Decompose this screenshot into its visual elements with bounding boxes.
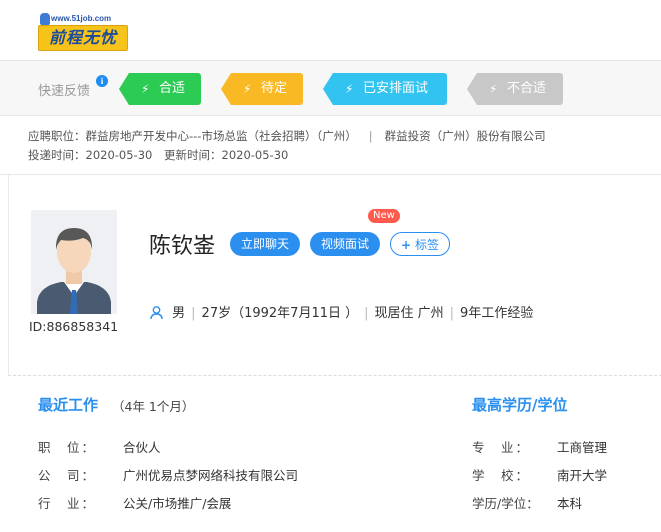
header: www.51job.com 前程无忧 [0,0,661,61]
info-icon[interactable]: i [96,75,108,87]
edu-school-key: 学 校： [472,468,531,483]
age: 27岁（1992年7月11日 ） [201,306,359,321]
edu-degree-key: 学历/学位： [472,496,539,511]
quick-feedback-bar: 快速反馈 i ⚡ 合适 ⚡ 待定 ⚡ 已安排面试 ⚡ 不合适 [0,61,661,116]
work-position-key: 职 位： [38,440,97,455]
work-industry-key: 行 业： [38,496,97,511]
applied-position-line: 应聘职位：群益房地产开发中心---市场总监（社会招聘）（广州） | 群益投资（广州）… [28,128,546,144]
divider: | [449,306,455,321]
bolt-icon: ⚡ [243,82,252,96]
video-interview-button[interactable]: 视频面试 [310,232,380,256]
new-badge: New [368,209,400,223]
feedback-pending-label: 待定 [261,81,288,96]
cursor-hand-icon [40,13,50,25]
update-date: 2020-05-30 [221,148,289,162]
add-tag-button[interactable]: + 标签 [390,232,450,256]
feedback-unsuitable-button[interactable]: ⚡ 不合适 [467,73,563,105]
edu-major-key: 专 业： [472,440,531,455]
edu-school-value: 南开大学 [557,468,608,483]
chat-now-button[interactable]: 立即聊天 [230,232,300,256]
position-label: 应聘职位： [28,129,86,143]
update-label: 更新时间： [164,148,222,162]
avatar [31,210,117,314]
recent-work-title: 最近工作 [38,396,99,414]
edu-major-row: 专 业： 工商管理 [472,437,607,456]
work-position-row: 职 位： 合伙人 [38,437,161,456]
feedback-suitable-label: 合适 [159,81,186,96]
logo-text: 前程无忧 [38,25,128,51]
candidate-facts: 男 | 27岁（1992年7月11日 ） | 现居住 广州 | 9年工作经验 [149,302,533,324]
candidate-name: 陈钦崟 [149,234,216,259]
bolt-icon: ⚡ [489,82,498,96]
work-company-row: 公 司： 广州优易点梦网络科技有限公司 [38,465,298,484]
dates-line: 投递时间：2020-05-30 更新时间：2020-05-30 [28,147,288,163]
application-info: 应聘职位：群益房地产开发中心---市场总监（社会招聘）（广州） | 群益投资（广州）… [0,116,661,175]
feedback-interview-scheduled-button[interactable]: ⚡ 已安排面试 [323,73,447,105]
logo-url: www.51job.com [51,14,112,23]
applied-position[interactable]: 群益房地产开发中心---市场总监（社会招聘）（广州） [86,129,357,143]
tag-label: 标签 [414,238,439,252]
resume-page: www.51job.com 前程无忧 快速反馈 i ⚡ 合适 ⚡ 待定 ⚡ 已安… [0,0,661,532]
edu-major-value: 工商管理 [557,440,608,455]
bolt-icon: ⚡ [141,82,150,96]
work-company-key: 公 司： [38,468,97,483]
person-icon [149,305,164,324]
delivery-label: 投递时间： [28,148,86,162]
feedback-suitable-button[interactable]: ⚡ 合适 [119,73,201,105]
feedback-unsuitable-label: 不合适 [507,81,547,96]
feedback-pending-button[interactable]: ⚡ 待定 [221,73,303,105]
work-industry-row: 行 业： 公关/市场推广/会展 [38,493,231,512]
gender: 男 [172,306,186,321]
work-duration: （4年 1个月） [112,399,195,414]
plus-icon: + [401,238,412,252]
feedback-interview-label: 已安排面试 [363,81,429,96]
edu-degree-row: 学历/学位： 本科 [472,493,582,512]
separator: | [368,129,373,143]
edu-degree-value: 本科 [557,496,583,511]
work-industry-value: 公关/市场推广/会展 [123,496,232,511]
bolt-icon: ⚡ [345,82,354,96]
divider: | [364,306,369,321]
logo[interactable]: www.51job.com 前程无忧 [38,13,128,51]
quick-feedback-label: 快速反馈 [38,84,91,99]
work-company-value: 广州优易点梦网络科技有限公司 [123,468,299,483]
divider: | [191,306,196,321]
work-position-value: 合伙人 [123,440,161,455]
company-name[interactable]: 群益投资（广州）股份有限公司 [385,129,546,143]
edu-school-row: 学 校： 南开大学 [472,465,607,484]
delivery-date: 2020-05-30 [85,148,153,162]
profile-section: ID:886858341 陈钦崟 立即聊天 视频面试 New + 标签 男 | 27… [8,175,661,376]
work-experience: 9年工作经验 [460,306,534,321]
residence: 现居住 广州 [374,306,444,321]
education-title: 最高学历/学位 [472,396,568,414]
candidate-id: ID:886858341 [29,319,119,334]
default-avatar-icon [31,210,117,314]
